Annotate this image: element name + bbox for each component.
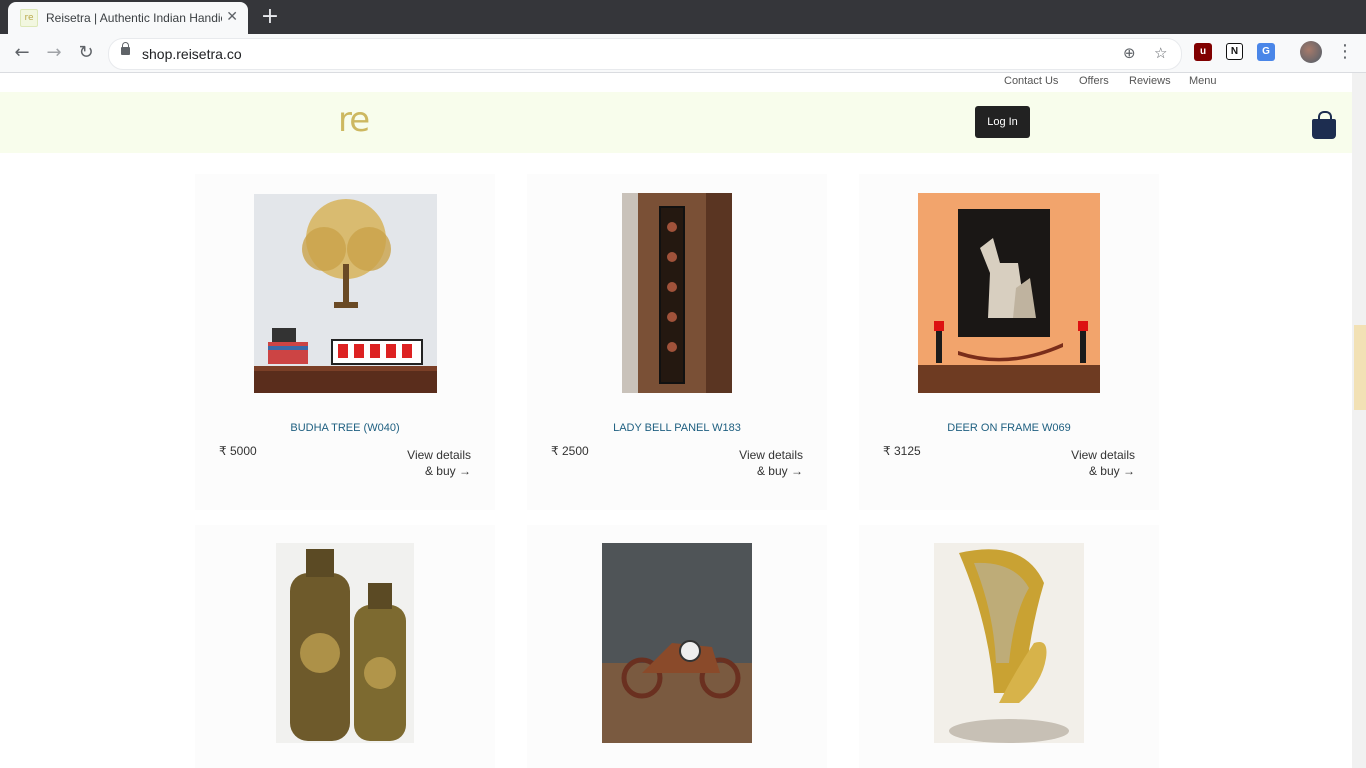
nav-offers[interactable]: Offers [1079, 75, 1109, 87]
view-details-buy-link[interactable]: View details & buy → [1035, 447, 1135, 479]
product-image-motorcycle-clock[interactable] [602, 543, 752, 743]
add-shortcut-icon[interactable]: ⊕ [1123, 44, 1136, 62]
translate-extension-icon[interactable]: G [1257, 43, 1275, 61]
product-image-jali-bottles[interactable] [276, 543, 414, 743]
lock-icon [121, 42, 130, 55]
profile-avatar[interactable] [1300, 41, 1322, 63]
view-details-buy-link[interactable]: View details & buy → [371, 447, 471, 479]
nav-reviews[interactable]: Reviews [1129, 75, 1171, 87]
notion-extension-icon[interactable]: N [1226, 43, 1243, 60]
nav-contact-us[interactable]: Contact Us [1004, 75, 1058, 87]
tab-title: Reisetra | Authentic Indian Handicrafts [46, 11, 222, 25]
view-details-buy-link[interactable]: View details & buy → [703, 447, 803, 479]
buy-label[interactable]: & buy → [1035, 463, 1135, 479]
back-arrow-icon[interactable]: ← [9, 40, 35, 66]
product-price: ₹ 2500 [551, 444, 589, 458]
shopping-bag-icon[interactable] [1312, 111, 1336, 139]
product-image-lady-bell-panel[interactable] [622, 193, 732, 393]
scrollbar-thumb[interactable] [1354, 325, 1366, 410]
product-name-link[interactable]: BUDHA TREE (W040) [195, 422, 495, 434]
nav-menu[interactable]: Menu [1189, 75, 1217, 87]
product-name-link[interactable]: DEER ON FRAME W069 [859, 422, 1159, 434]
page-scrollbar[interactable] [1352, 73, 1366, 768]
browser-toolbar: ← → ↻ shop.reisetra.co ⊕ ☆ u N G ⋮ [0, 34, 1366, 73]
buy-label[interactable]: & buy → [371, 463, 471, 479]
top-nav: Contact Us Offers Reviews Menu [0, 73, 1352, 92]
view-details-label[interactable]: View details [1035, 447, 1135, 463]
site-header: re Log In [0, 92, 1352, 153]
tab-close-icon[interactable]: ✕ [226, 9, 238, 25]
view-details-label[interactable]: View details [371, 447, 471, 463]
browser-menu-icon[interactable]: ⋮ [1336, 41, 1354, 62]
product-name-link[interactable]: LADY BELL PANEL W183 [527, 422, 827, 434]
product-image-swan-vase[interactable] [934, 543, 1084, 743]
product-image-deer-on-frame[interactable] [918, 193, 1100, 393]
login-button[interactable]: Log In [975, 106, 1030, 138]
url-text: shop.reisetra.co [142, 46, 242, 62]
address-bar[interactable]: shop.reisetra.co ⊕ ☆ [108, 38, 1182, 70]
product-price: ₹ 3125 [883, 444, 921, 458]
view-details-label[interactable]: View details [703, 447, 803, 463]
reload-icon[interactable]: ↻ [73, 40, 99, 66]
product-price: ₹ 5000 [219, 444, 257, 458]
forward-arrow-icon[interactable]: → [41, 40, 67, 66]
ublock-extension-icon[interactable]: u [1194, 43, 1212, 61]
site-favicon-icon: re [20, 9, 38, 27]
new-tab-button[interactable]: + [258, 4, 282, 30]
buy-label[interactable]: & buy → [703, 463, 803, 479]
browser-tab[interactable]: re Reisetra | Authentic Indian Handicraf… [8, 2, 248, 34]
bookmark-star-icon[interactable]: ☆ [1154, 44, 1167, 62]
reisetra-logo[interactable]: re [338, 103, 370, 137]
browser-tab-strip: re Reisetra | Authentic Indian Handicraf… [0, 0, 1366, 34]
product-image-budha-tree[interactable] [254, 194, 437, 393]
